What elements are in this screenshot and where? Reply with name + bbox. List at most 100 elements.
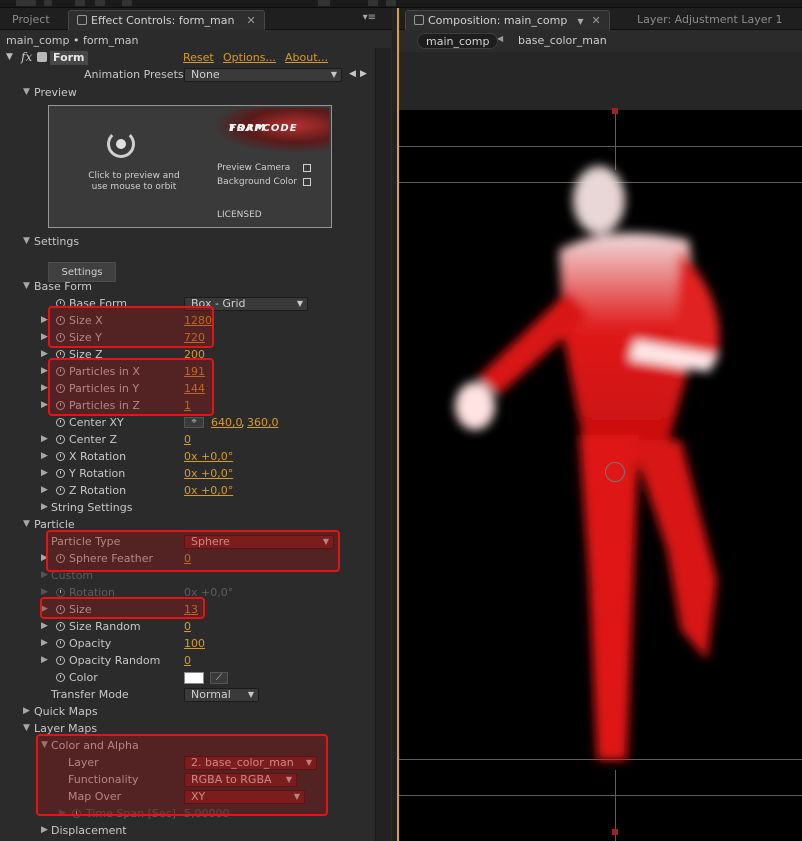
form-preview-window[interactable]: Click to preview and use mouse to orbit …: [48, 105, 332, 228]
z-rotation-value[interactable]: 0x +0,0°: [184, 482, 233, 499]
twirl-down-icon[interactable]: ▼: [23, 720, 30, 737]
tab-layer[interactable]: Layer: Adjustment Layer 1: [629, 10, 791, 30]
twirl-down-icon[interactable]: ▼: [6, 52, 13, 62]
twirl-down-icon[interactable]: ▼: [23, 84, 30, 101]
preview-camera-checkbox[interactable]: [303, 164, 311, 172]
color-row: Color ⟋: [0, 669, 392, 686]
tab-effect-controls[interactable]: Effect Controls: form_man ✕: [68, 10, 265, 30]
twirl-right-icon[interactable]: ▶: [41, 346, 48, 363]
center-y-value[interactable]: 360,0: [247, 414, 279, 431]
chevron-left-icon: ◀: [497, 34, 504, 43]
preset-next-icon[interactable]: ▶: [360, 66, 367, 83]
opacity-random-value[interactable]: 0: [184, 652, 191, 669]
center-z-row: ▶ Center Z 0: [41, 431, 191, 448]
fx-toggle-icon[interactable]: fx: [21, 50, 32, 64]
center-z-value[interactable]: 0: [184, 431, 191, 448]
opacity-value[interactable]: 100: [184, 635, 205, 652]
left-tab-bar: Project Effect Controls: form_man ✕ ▾≡: [0, 8, 392, 30]
transfer-mode-row: Transfer Mode Normal ▼: [0, 686, 392, 703]
composition-panel: Composition: main_comp ▼ ✕ Layer: Adjustme…: [397, 8, 802, 841]
vertical-scrollbar[interactable]: [375, 48, 391, 841]
stopwatch-icon[interactable]: [56, 418, 65, 427]
animation-presets-row: Animation Presets: None ▼ ◀ ▶: [84, 66, 367, 83]
options-link[interactable]: Options...: [223, 51, 276, 64]
trapcode-form-logo: TRAPCODE FORM: [217, 108, 329, 152]
licensed-label: LICENSED: [217, 210, 262, 220]
twirl-right-icon[interactable]: ▶: [41, 652, 48, 669]
color-swatch-icon[interactable]: [184, 672, 204, 684]
stopwatch-icon[interactable]: [56, 673, 65, 682]
breadcrumb-main-comp[interactable]: main_comp: [417, 33, 499, 49]
size-random-value[interactable]: 0: [184, 618, 191, 635]
twirl-right-icon[interactable]: ▶: [41, 465, 48, 482]
highlight-particle-type: [46, 530, 340, 572]
chevron-down-icon: ▼: [296, 299, 303, 308]
highlight-size-xy: [48, 306, 214, 348]
size-random-row: ▶ Size Random 0: [41, 618, 191, 635]
section-preview[interactable]: ▼ Preview: [0, 84, 392, 101]
twirl-right-icon[interactable]: ▶: [41, 482, 48, 499]
preset-prev-icon[interactable]: ◀: [349, 66, 356, 83]
y-rotation-value[interactable]: 0x +0,0°: [184, 465, 233, 482]
tab-project[interactable]: Project: [4, 10, 58, 30]
twirl-right-icon[interactable]: ▶: [41, 635, 48, 652]
animation-presets-dropdown[interactable]: None ▼: [184, 68, 342, 82]
stopwatch-icon: [56, 588, 65, 597]
breadcrumb-base-color-man[interactable]: base_color_man: [518, 34, 607, 47]
twirl-right-icon[interactable]: ▶: [41, 380, 48, 397]
twirl-right-icon[interactable]: ▶: [41, 363, 48, 380]
stopwatch-icon[interactable]: [56, 622, 65, 631]
twirl-right-icon[interactable]: ▶: [41, 329, 48, 346]
eyedropper-icon[interactable]: ⟋: [210, 672, 228, 684]
tab-composition[interactable]: Composition: main_comp ▼ ✕: [405, 10, 610, 30]
center-xy-row: Center XY ⌖ 640,0 , 360,0: [0, 414, 392, 431]
effect-controls-panel: Project Effect Controls: form_man ✕ ▾≡ ma…: [0, 8, 392, 841]
stopwatch-icon[interactable]: [56, 656, 65, 665]
twirl-right-icon[interactable]: ▶: [23, 703, 30, 720]
chevron-down-icon: ▼: [330, 70, 337, 79]
twirl-down-icon[interactable]: ▼: [23, 233, 30, 250]
close-icon[interactable]: ✕: [246, 14, 255, 27]
composition-breadcrumb: main_comp ◀ base_color_man: [399, 30, 802, 52]
section-base-form[interactable]: ▼ Base Form: [0, 278, 392, 295]
stopwatch-icon[interactable]: [56, 639, 65, 648]
twirl-right-icon[interactable]: ▶: [41, 618, 48, 635]
x-rotation-value[interactable]: 0x +0,0°: [184, 448, 233, 465]
twirl-down-icon[interactable]: ▼: [23, 516, 30, 533]
twirl-right-icon[interactable]: ▶: [41, 448, 48, 465]
twirl-right-icon[interactable]: ▶: [41, 499, 48, 516]
anchor-point-crosshair-icon[interactable]: [605, 462, 625, 482]
stopwatch-icon[interactable]: [56, 469, 65, 478]
twirl-right-icon[interactable]: ▶: [41, 397, 48, 414]
background-color-checkbox[interactable]: [303, 178, 311, 186]
about-link[interactable]: About...: [285, 51, 328, 64]
center-x-value[interactable]: 640,0: [211, 414, 243, 431]
twirl-right-icon[interactable]: ▶: [41, 312, 48, 329]
stopwatch-icon[interactable]: [56, 435, 65, 444]
section-settings[interactable]: ▼ Settings: [0, 233, 392, 250]
effect-header-form: ▼ fx Form Reset Options... About...: [0, 50, 392, 66]
effect-name[interactable]: Form: [50, 51, 88, 65]
twirl-right-icon[interactable]: ▶: [41, 431, 48, 448]
lock-icon[interactable]: [77, 15, 87, 25]
close-icon[interactable]: ✕: [592, 14, 601, 27]
stopwatch-icon[interactable]: [56, 486, 65, 495]
twirl-right-icon[interactable]: ▶: [41, 822, 48, 839]
string-settings-row[interactable]: ▶ String Settings: [0, 499, 392, 516]
section-quick-maps[interactable]: ▶ Quick Maps: [0, 703, 392, 720]
transfer-mode-dropdown[interactable]: Normal ▼: [184, 688, 259, 702]
reset-link[interactable]: Reset: [183, 51, 214, 64]
stopwatch-icon[interactable]: [56, 452, 65, 461]
figure-right-leg: [631, 440, 717, 660]
right-tab-bar: Composition: main_comp ▼ ✕ Layer: Adjustme…: [399, 8, 802, 30]
panel-menu-icon[interactable]: ▾≡: [363, 12, 376, 23]
top-toolbar-strip: [0, 0, 802, 8]
displacement-row[interactable]: ▶ Displacement: [0, 822, 392, 839]
twirl-down-icon[interactable]: ▼: [23, 278, 30, 295]
position-crosshair-icon[interactable]: ⌖: [184, 417, 204, 428]
opacity-row: ▶ Opacity 100: [41, 635, 205, 652]
chevron-down-icon[interactable]: ▼: [577, 17, 583, 26]
background-color-label: Background Color: [217, 177, 298, 187]
lock-icon[interactable]: [414, 15, 424, 25]
composition-viewer[interactable]: [399, 108, 802, 841]
